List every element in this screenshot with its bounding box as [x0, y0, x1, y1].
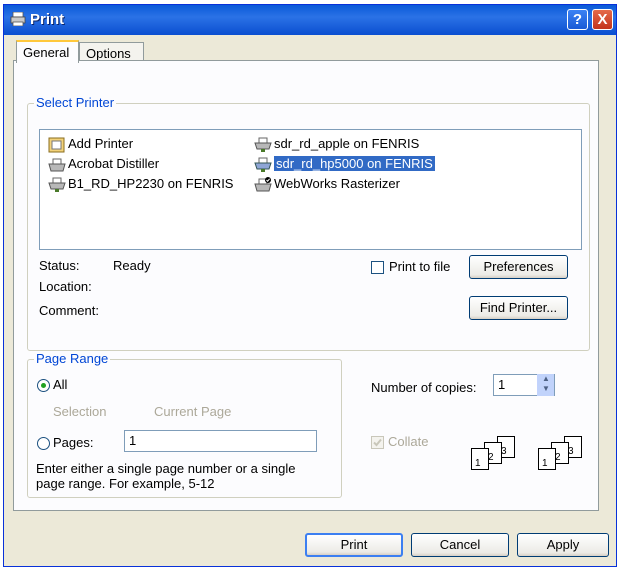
printer-item-sdr-rd-hp5000[interactable]: sdr_rd_hp5000 on FENRIS [254, 154, 435, 174]
dialog-title: Print [30, 11, 65, 28]
printer-icon [10, 12, 26, 26]
pages-input[interactable]: 1 [124, 430, 317, 452]
printer-name: WebWorks Rasterizer [274, 176, 400, 191]
page-range-group: Page Range All Selection Current Page Pa… [27, 351, 342, 498]
network-printer-icon [254, 137, 272, 152]
selection-radio-label: Selection [53, 404, 107, 419]
printer-name: sdr_rd_hp5000 on FENRIS [274, 156, 435, 171]
printer-name: Acrobat Distiller [68, 156, 160, 171]
printer-item-b1-rd-hp2230[interactable]: B1_RD_HP2230 on FENRIS [48, 174, 233, 194]
general-tab-panel: Select Printer Add Printer Acrobat Disti… [13, 60, 599, 511]
spin-down-icon[interactable]: ▼ [538, 384, 554, 394]
current-page-radio-label: Current Page [154, 404, 232, 419]
copies-spinner[interactable]: ▲ ▼ [537, 374, 554, 396]
tab-general[interactable]: General [16, 40, 79, 63]
network-printer-icon [48, 177, 66, 192]
status-label: Status: [39, 258, 80, 273]
network-printer-icon [254, 157, 272, 172]
location-label: Location: [39, 279, 92, 294]
print-button[interactable]: Print [305, 533, 403, 557]
print-to-file-checkbox[interactable] [371, 261, 384, 274]
collate-page: 1 [538, 448, 556, 470]
find-printer-button[interactable]: Find Printer... [469, 296, 568, 320]
comment-label: Comment: [39, 303, 99, 318]
printer-icon [48, 158, 66, 172]
printer-item-acrobat-distiller[interactable]: Acrobat Distiller [48, 154, 159, 174]
printer-item-add-printer[interactable]: Add Printer [48, 134, 133, 154]
preferences-button[interactable]: Preferences [469, 255, 568, 279]
collate-label: Collate [388, 434, 429, 449]
help-button[interactable]: ? [567, 9, 588, 30]
printer-name: B1_RD_HP2230 on FENRIS [68, 176, 234, 191]
printer-item-sdr-rd-apple[interactable]: sdr_rd_apple on FENRIS [254, 134, 419, 154]
apply-button[interactable]: Apply [517, 533, 609, 557]
printer-name: Add Printer [68, 136, 134, 151]
check-icon [373, 438, 382, 447]
print-to-file-label[interactable]: Print to file [389, 259, 450, 274]
pages-radio[interactable] [37, 437, 50, 450]
select-printer-group: Select Printer Add Printer Acrobat Disti… [27, 95, 590, 351]
page-range-help-line-1: Enter either a single page number or a s… [36, 461, 296, 476]
close-button[interactable]: X [592, 9, 613, 30]
spin-up-icon[interactable]: ▲ [538, 374, 554, 384]
collate-page: 1 [471, 448, 489, 470]
add-printer-icon [48, 137, 65, 153]
all-radio[interactable] [37, 379, 50, 392]
status-value: Ready [113, 258, 151, 273]
select-printer-label: Select Printer [34, 95, 117, 110]
cancel-button[interactable]: Cancel [411, 533, 509, 557]
default-printer-icon [254, 176, 272, 192]
printer-item-webworks-rasterizer[interactable]: WebWorks Rasterizer [254, 174, 400, 194]
printer-list[interactable]: Add Printer Acrobat Distiller B1_RD_HP22… [39, 129, 582, 250]
page-range-help-line-2: page range. For example, 5-12 [36, 476, 215, 491]
title-bar[interactable]: Print ? X [4, 5, 616, 35]
page-range-label: Page Range [34, 351, 111, 366]
all-label[interactable]: All [53, 377, 67, 392]
pages-label[interactable]: Pages: [53, 435, 93, 450]
collate-checkbox [371, 436, 384, 449]
number-of-copies-label: Number of copies: [371, 380, 477, 395]
printer-name: sdr_rd_apple on FENRIS [274, 136, 420, 151]
print-dialog: Print ? X General Options Select Printer… [3, 4, 617, 567]
